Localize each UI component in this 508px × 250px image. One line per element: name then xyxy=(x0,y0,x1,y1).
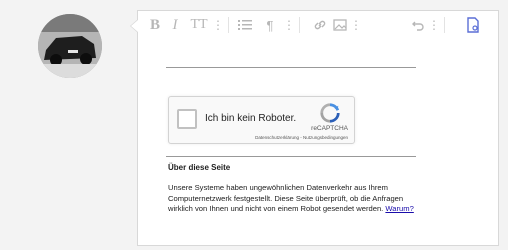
list-icon xyxy=(238,20,252,30)
bold-button[interactable]: B xyxy=(148,15,162,35)
undo-icon xyxy=(412,21,424,31)
link-button[interactable] xyxy=(312,15,328,35)
paragraph-button[interactable]: ¶ xyxy=(259,15,281,35)
divider xyxy=(166,156,416,157)
document-button[interactable] xyxy=(464,15,482,35)
editor-toolbar: B I TT ⋮ ¶ ⋮ ⋮ ⋮ xyxy=(138,11,498,39)
more-options-icon[interactable]: ⋮ xyxy=(350,15,362,35)
toolbar-divider xyxy=(299,17,300,33)
more-options-icon[interactable]: ⋮ xyxy=(212,15,224,35)
link-icon xyxy=(314,20,326,30)
more-options-icon[interactable]: ⋮ xyxy=(428,15,440,35)
about-title: Über diese Seite xyxy=(168,163,231,172)
about-text: Unsere Systeme haben ungewöhnlichen Date… xyxy=(168,183,416,215)
avatar xyxy=(38,14,102,78)
recaptcha-checkbox[interactable] xyxy=(177,109,197,129)
toolbar-divider xyxy=(444,17,445,33)
text-size-button[interactable]: TT xyxy=(188,15,210,35)
italic-button[interactable]: I xyxy=(168,15,182,35)
recaptcha-checkbox-label: Ich bin kein Roboter. xyxy=(205,113,297,124)
more-options-icon[interactable]: ⋮ xyxy=(283,15,295,35)
recaptcha-logo-icon xyxy=(320,103,340,123)
list-button[interactable] xyxy=(235,15,255,35)
privacy-link[interactable]: Datenschutzerklärung xyxy=(255,135,299,140)
terms-link[interactable]: Nutzungsbedingungen xyxy=(303,135,348,140)
toolbar-divider xyxy=(228,17,229,33)
image-icon xyxy=(333,19,347,31)
recaptcha-links: Datenschutzerklärung - Nutzungsbedingung… xyxy=(255,135,348,140)
recaptcha-brand: reCAPTCHA xyxy=(311,125,348,132)
recaptcha-widget: Ich bin kein Roboter. reCAPTCHA Datensch… xyxy=(168,96,355,144)
undo-button[interactable] xyxy=(410,15,426,35)
why-link[interactable]: Warum? xyxy=(385,204,413,213)
avatar-photo-icon xyxy=(38,14,102,78)
editor-panel: B I TT ⋮ ¶ ⋮ ⋮ ⋮ Ich bin kein Roboter. r… xyxy=(130,10,499,246)
about-paragraph: Unsere Systeme haben ungewöhnlichen Date… xyxy=(168,183,404,213)
divider xyxy=(166,67,416,68)
image-button[interactable] xyxy=(332,15,348,35)
document-icon xyxy=(467,17,479,33)
